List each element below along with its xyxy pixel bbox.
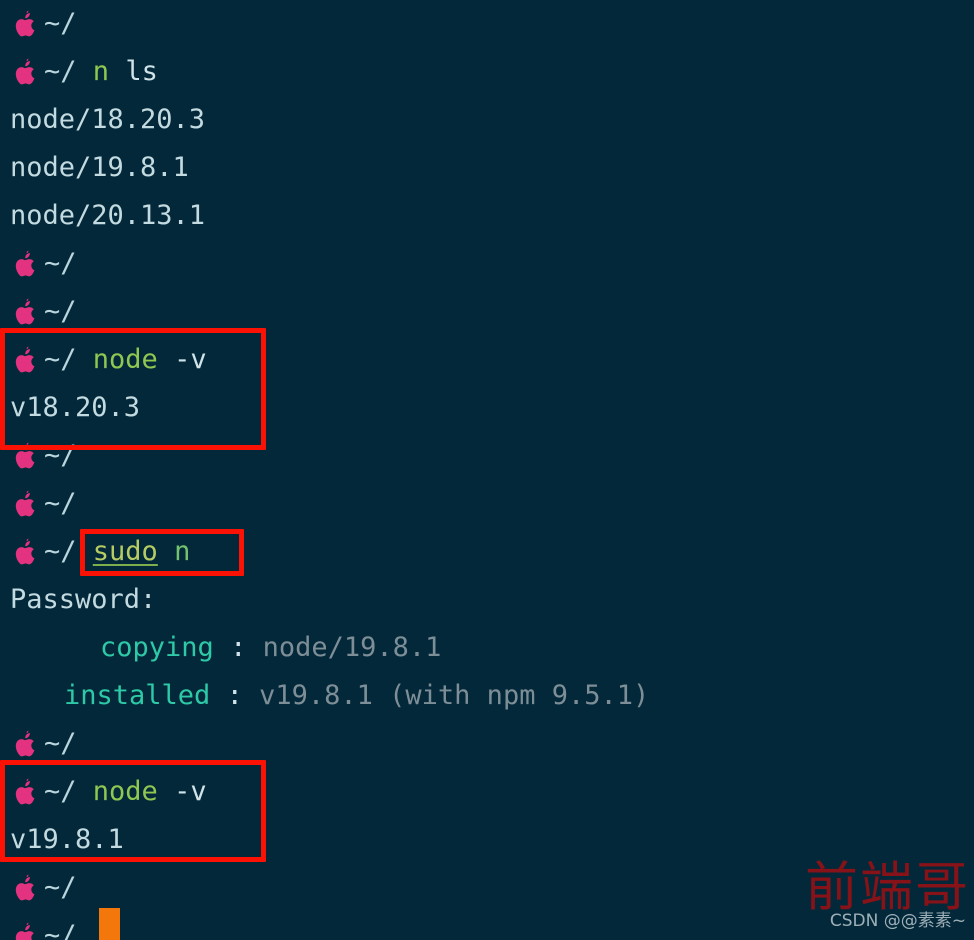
terminal-line: ~/ sudo n — [10, 528, 190, 576]
terminal-window[interactable]: ~/ ~/ n ls node/18.20.3 node/19.8.1 node… — [0, 0, 974, 940]
terminal-line: ~/ — [10, 912, 77, 940]
status-label: copying — [100, 632, 214, 663]
terminal-line: ~/ — [10, 480, 77, 528]
apple-icon — [10, 730, 40, 760]
terminal-output-line: node/20.13.1 — [10, 192, 205, 240]
status-label: installed — [64, 680, 211, 711]
apple-icon — [10, 442, 40, 472]
text-cursor — [99, 908, 120, 940]
prompt-path: ~/ — [44, 296, 77, 327]
output-text: Password: — [10, 584, 157, 615]
terminal-line: ~/ node -v — [10, 336, 207, 384]
output-text: node/18.20.3 — [10, 104, 206, 135]
apple-icon — [10, 250, 40, 280]
apple-icon — [10, 298, 40, 328]
command-arg: ls — [125, 56, 158, 87]
output-text: node/20.13.1 — [10, 200, 206, 231]
terminal-output-line: copying : node/19.8.1 — [100, 624, 441, 672]
command-name: n — [92, 56, 110, 87]
terminal-output-line: installed : v19.8.1 (with npm 9.5.1) — [64, 672, 649, 720]
prompt-path: ~/ — [44, 56, 77, 87]
terminal-line: ~/ — [10, 240, 77, 288]
watermark-main: 前端哥 — [805, 857, 970, 918]
terminal-line: ~/ — [10, 288, 77, 336]
prompt-path: ~/ — [44, 536, 77, 567]
command-arg: n — [174, 536, 191, 567]
prompt-path: ~/ — [44, 728, 77, 759]
command-name: node — [92, 776, 158, 807]
prompt-path: ~/ — [44, 8, 77, 39]
terminal-output-line: node/19.8.1 — [10, 144, 189, 192]
separator: : — [230, 632, 247, 663]
prompt-path: ~/ — [44, 776, 77, 807]
terminal-line: ~/ — [10, 0, 77, 48]
prompt-path: ~/ — [44, 440, 77, 471]
terminal-line: ~/ node -v — [10, 768, 207, 816]
apple-icon — [10, 922, 40, 940]
prompt-path: ~/ — [44, 248, 77, 279]
prompt-path: ~/ — [44, 488, 77, 519]
command-arg: -v — [174, 344, 207, 375]
status-value: node/19.8.1 — [262, 632, 442, 663]
prompt-path: ~/ — [44, 920, 77, 940]
output-text: node/19.8.1 — [10, 152, 189, 183]
watermark-sub: CSDN @@素素~ — [829, 911, 966, 931]
terminal-line: ~/ — [10, 720, 77, 768]
terminal-output-line: v19.8.1 — [10, 816, 124, 864]
apple-icon — [10, 346, 40, 376]
terminal-line: ~/ — [10, 864, 77, 912]
separator: : — [226, 680, 243, 711]
apple-icon — [10, 10, 40, 40]
command-arg: -v — [174, 776, 207, 807]
apple-icon — [10, 874, 40, 904]
apple-icon — [10, 490, 40, 520]
prompt-path: ~/ — [44, 344, 77, 375]
password-prompt: Password: — [10, 576, 156, 624]
output-text: v18.20.3 — [10, 392, 141, 423]
terminal-line: ~/ n ls — [10, 48, 158, 96]
prompt-path: ~/ — [44, 872, 77, 903]
terminal-output-line: node/18.20.3 — [10, 96, 205, 144]
command-name: sudo — [92, 536, 158, 567]
terminal-line: ~/ — [10, 432, 77, 480]
terminal-output-line: v18.20.3 — [10, 384, 140, 432]
output-text: v19.8.1 — [10, 824, 124, 855]
apple-icon — [10, 778, 40, 808]
command-name: node — [92, 344, 158, 375]
status-value: v19.8.1 (with npm 9.5.1) — [259, 680, 650, 711]
apple-icon — [10, 58, 40, 88]
apple-icon — [10, 538, 40, 568]
